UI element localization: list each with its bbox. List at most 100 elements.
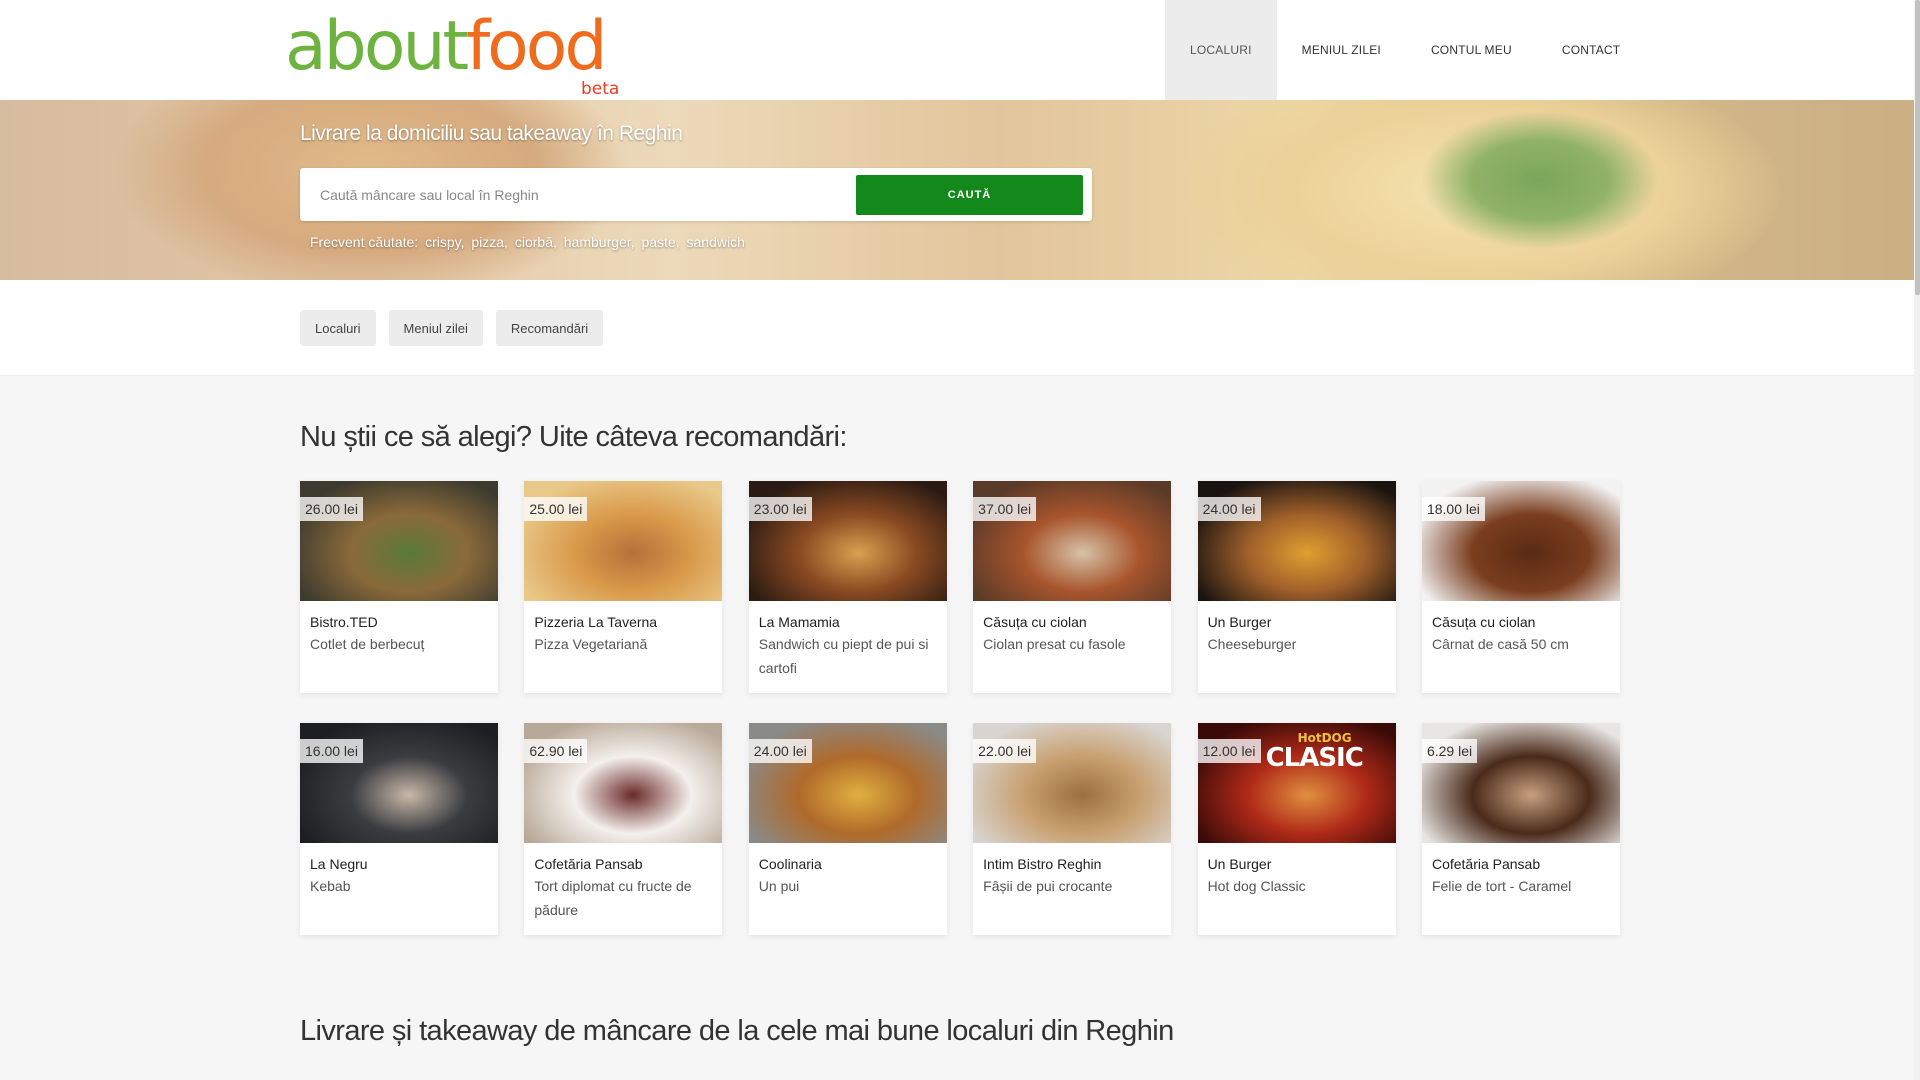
tab-localuri[interactable]: Localuri (300, 310, 376, 346)
card-body: Bistro.TED Cotlet de berbecuț (300, 601, 498, 656)
price-badge: 24.00 lei (748, 739, 812, 763)
card-body: La Negru Kebab (300, 843, 498, 898)
restaurant-name[interactable]: Cofetăria Pansab (1432, 855, 1610, 873)
site-header: aboutfood beta LOCALURI MENIUL ZILEI CON… (0, 0, 1920, 100)
logo-food-text: food (466, 7, 607, 86)
card-body: Cofetăria Pansab Tort diplomat cu fructe … (524, 843, 722, 922)
recommendation-card[interactable]: 16.00 lei La Negru Kebab (300, 723, 498, 935)
recommendation-card[interactable]: 26.00 lei Bistro.TED Cotlet de berbecuț (300, 481, 498, 693)
restaurant-name[interactable]: Intim Bistro Reghin (983, 855, 1161, 873)
recommendation-card[interactable]: 23.00 lei La Mamamia Sandwich cu piept de … (748, 481, 947, 693)
recommendation-card[interactable]: 6.29 lei Cofetăria Pansab Felie de tort - … (1421, 723, 1620, 935)
recommendations-grid: 26.00 lei Bistro.TED Cotlet de berbecuț 25.… (300, 481, 1620, 935)
restaurants-section-title: Livrare și takeaway de mâncare de la cel… (300, 1015, 1174, 1047)
price-badge: 6.29 lei (1421, 739, 1478, 763)
nav-item-meniul-zilei[interactable]: MENIUL ZILEI (1277, 0, 1406, 100)
hero-title: Livrare la domiciliu sau takeaway în Reg… (300, 122, 683, 145)
dish-image[interactable]: 37.00 lei (973, 481, 1172, 601)
price-badge: 26.00 lei (300, 497, 363, 521)
price-badge: 24.00 lei (1197, 497, 1261, 521)
page-scrollbar[interactable] (1914, 0, 1920, 1080)
dish-name[interactable]: Tort diplomat cu fructe de pădure (534, 874, 712, 922)
restaurant-name[interactable]: Cofetăria Pansab (534, 855, 712, 873)
dish-name[interactable]: Hot dog Classic (1208, 874, 1386, 898)
restaurant-name[interactable]: Coolinaria (759, 855, 937, 873)
restaurant-name[interactable]: Pizzeria La Taverna (534, 613, 712, 631)
frequent-term-paste[interactable]: paste, (641, 234, 679, 250)
restaurant-name[interactable]: Bistro.TED (310, 613, 488, 631)
frequent-term-ciorba[interactable]: ciorbă, (515, 234, 557, 250)
nav-item-contul-meu[interactable]: CONTUL MEU (1406, 0, 1537, 100)
dish-name[interactable]: Cheeseburger (1208, 632, 1386, 656)
aboutfood-logo[interactable]: aboutfood beta (285, 12, 625, 100)
dish-image[interactable]: 16.00 lei (300, 723, 498, 843)
dish-image[interactable]: 22.00 lei (973, 723, 1172, 843)
frequent-term-pizza[interactable]: pizza, (471, 234, 508, 250)
frequent-term-hamburger[interactable]: hamburger, (564, 234, 635, 250)
dish-image[interactable]: 26.00 lei (300, 481, 498, 601)
dish-name[interactable]: Sandwich cu piept de pui si cartofi (759, 632, 937, 680)
dish-image[interactable]: 24.00 lei (1197, 481, 1396, 601)
dish-name[interactable]: Cotlet de berbecuț (310, 632, 488, 656)
search-box: CAUTĂ (300, 168, 1092, 221)
section-tabs: Localuri Meniul zilei Recomandări (300, 310, 604, 346)
price-badge: 18.00 lei (1421, 497, 1485, 521)
tab-recomandari[interactable]: Recomandări (495, 310, 604, 346)
price-badge: 16.00 lei (300, 739, 363, 763)
card-body: Căsuța cu ciolan Cârnat de casă 50 cm (1422, 601, 1620, 656)
recommendation-card[interactable]: 24.00 lei Un Burger Cheeseburger (1197, 481, 1396, 693)
frequent-searches: Frecvent căutate: crispy, pizza, ciorbă,… (310, 234, 748, 250)
dish-image[interactable]: 62.90 lei (524, 723, 723, 843)
nav-item-localuri[interactable]: LOCALURI (1165, 0, 1277, 100)
dish-name[interactable]: Kebab (310, 874, 488, 898)
dish-image[interactable]: 6.29 lei (1421, 723, 1620, 843)
search-button[interactable]: CAUTĂ (856, 175, 1083, 215)
recommendation-card[interactable]: 25.00 lei Pizzeria La Taverna Pizza Vegeta… (524, 481, 723, 693)
recommendation-card[interactable]: 62.90 lei Cofetăria Pansab Tort diplomat c… (524, 723, 723, 935)
logo-wordmark: aboutfood (285, 12, 625, 82)
price-badge: 12.00 lei (1197, 739, 1261, 763)
recommendation-card[interactable]: 24.00 lei Coolinaria Un pui (748, 723, 947, 935)
price-badge: 37.00 lei (973, 497, 1037, 521)
recommendation-card[interactable]: HotDOG CLASIC 12.00 lei Un Burger Hot dog Cl… (1197, 723, 1396, 935)
card-body: Căsuța cu ciolan Ciolan presat cu fasole (973, 601, 1171, 656)
hero-banner: Livrare la domiciliu sau takeaway în Reg… (0, 100, 1920, 280)
card-body: Un Burger Cheeseburger (1198, 601, 1396, 656)
logo-about-text: about (285, 7, 469, 86)
price-badge: 25.00 lei (524, 497, 588, 521)
dish-image[interactable]: 23.00 lei (748, 481, 947, 601)
scrollbar-thumb[interactable] (1915, 0, 1920, 295)
dish-name[interactable]: Pizza Vegetariană (534, 632, 712, 656)
dish-name[interactable]: Un pui (759, 874, 937, 898)
card-body: Cofetăria Pansab Felie de tort - Caramel (1422, 843, 1620, 898)
recommendation-card[interactable]: 22.00 lei Intim Bistro Reghin Fâșii de pui… (973, 723, 1172, 935)
card-body: La Mamamia Sandwich cu piept de pui si ca… (749, 601, 947, 680)
dish-image[interactable]: 25.00 lei (524, 481, 723, 601)
restaurant-name[interactable]: Un Burger (1208, 613, 1386, 631)
dish-name[interactable]: Fâșii de pui crocante (983, 874, 1161, 898)
restaurant-name[interactable]: Căsuța cu ciolan (1432, 613, 1610, 631)
frequent-term-crispy[interactable]: crispy, (425, 234, 464, 250)
dish-name[interactable]: Cârnat de casă 50 cm (1432, 632, 1610, 656)
nav-item-contact[interactable]: CONTACT (1537, 0, 1646, 100)
dish-image[interactable]: HotDOG CLASIC 12.00 lei (1197, 723, 1396, 843)
restaurant-name[interactable]: Un Burger (1208, 855, 1386, 873)
image-overlay-main-text: CLASIC (1265, 743, 1364, 773)
price-badge: 23.00 lei (748, 497, 812, 521)
card-body: Coolinaria Un pui (749, 843, 947, 898)
search-input[interactable] (300, 168, 845, 221)
card-body: Pizzeria La Taverna Pizza Vegetariană (524, 601, 722, 656)
dish-image[interactable]: 18.00 lei (1421, 481, 1620, 601)
recommendation-card[interactable]: 18.00 lei Căsuța cu ciolan Cârnat de casă … (1421, 481, 1620, 693)
dish-name[interactable]: Ciolan presat cu fasole (983, 632, 1161, 656)
tab-meniul-zilei[interactable]: Meniul zilei (388, 310, 483, 346)
recommendation-card[interactable]: 37.00 lei Căsuța cu ciolan Ciolan presat c… (973, 481, 1172, 693)
restaurant-name[interactable]: La Negru (310, 855, 488, 873)
restaurant-name[interactable]: La Mamamia (759, 613, 937, 631)
restaurant-name[interactable]: Căsuța cu ciolan (983, 613, 1161, 631)
dish-name[interactable]: Felie de tort - Caramel (1432, 874, 1610, 898)
frequent-searches-label: Frecvent căutate: (310, 234, 419, 250)
dish-image[interactable]: 24.00 lei (748, 723, 947, 843)
frequent-term-sandwich[interactable]: sandwich (687, 234, 745, 250)
main-nav: LOCALURI MENIUL ZILEI CONTUL MEU CONTACT (1165, 0, 1645, 100)
